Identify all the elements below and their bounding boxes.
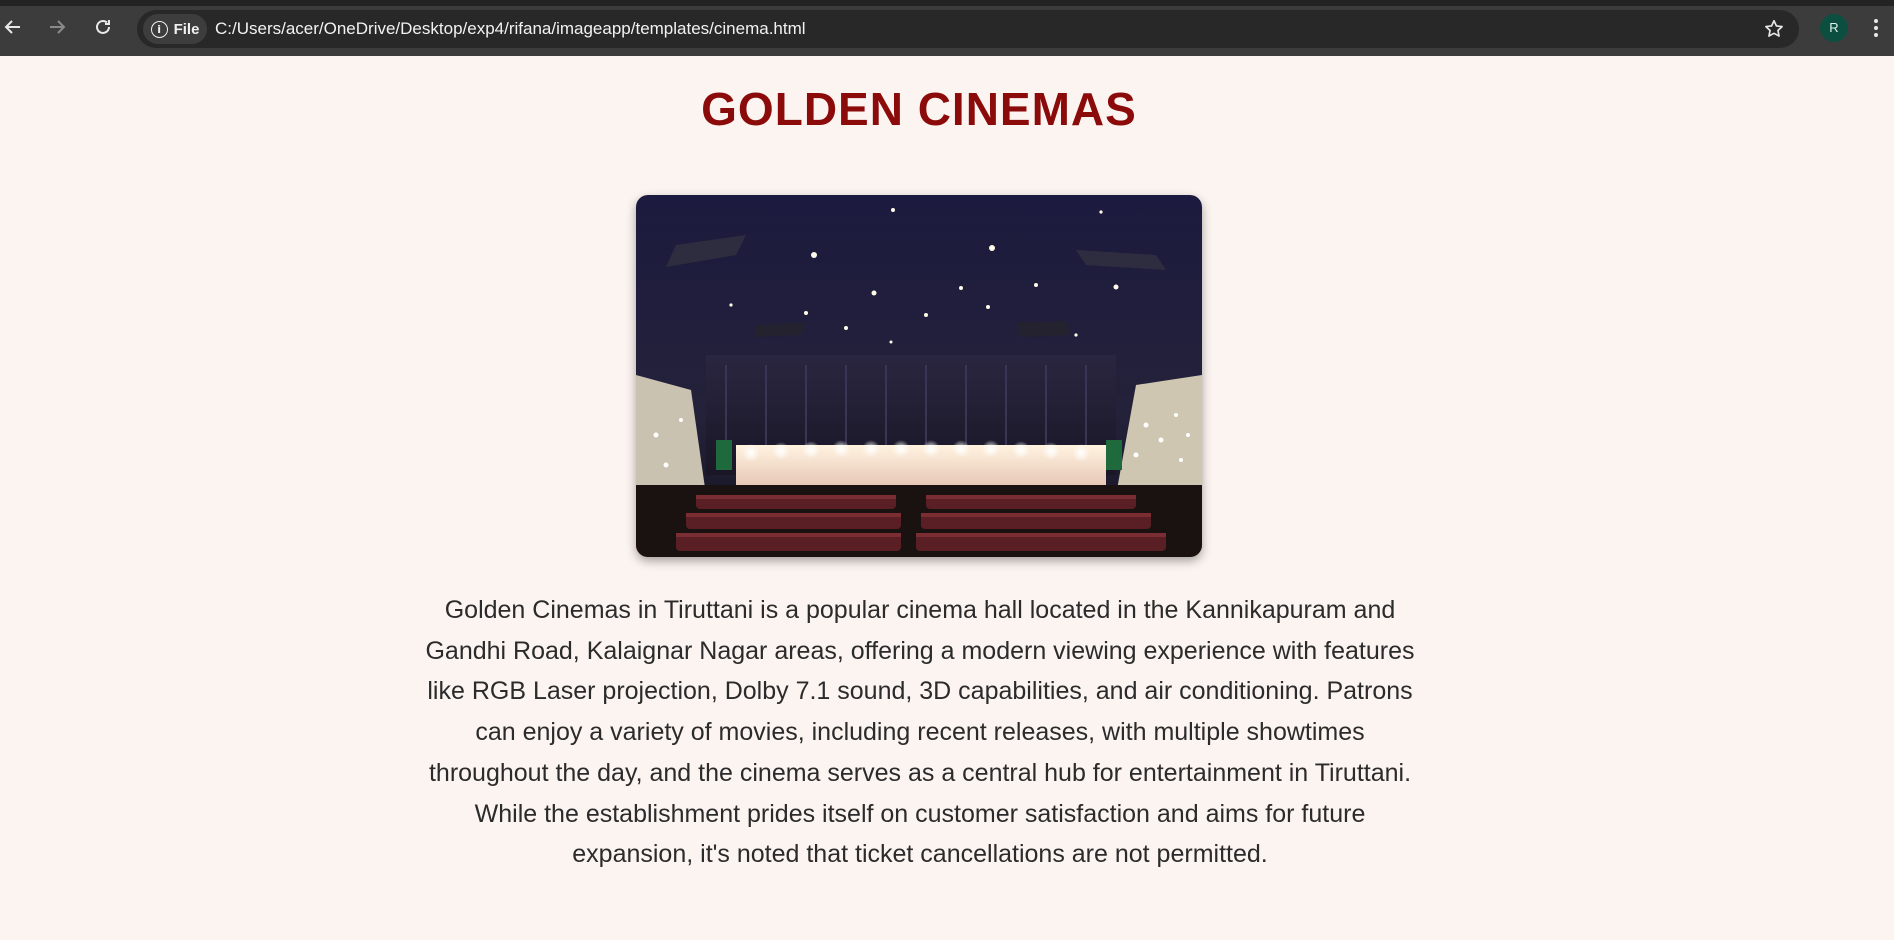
back-button[interactable] — [0, 10, 30, 44]
cinema-description: Golden Cinemas in Tiruttani is a popular… — [425, 596, 1415, 869]
site-info-chip[interactable]: i File — [143, 14, 207, 44]
site-info-label: File — [173, 20, 200, 38]
browser-toolbar: i File C:/Users/acer/OneDrive/Desktop/ex… — [0, 0, 1894, 56]
reload-icon — [96, 19, 110, 34]
profile-avatar[interactable]: R — [1820, 14, 1848, 42]
reload-button[interactable] — [86, 10, 120, 44]
bookmark-star-icon[interactable] — [1763, 18, 1785, 40]
tab-strip — [0, 0, 1894, 6]
info-icon: i — [150, 20, 168, 38]
url-text[interactable]: C:/Users/acer/OneDrive/Desktop/exp4/rifa… — [215, 10, 806, 48]
forward-button[interactable] — [40, 10, 74, 44]
address-bar[interactable]: i File C:/Users/acer/OneDrive/Desktop/ex… — [137, 10, 1799, 48]
page-title: GOLDEN CINEMAS — [701, 83, 1137, 135]
arrow-left-icon — [4, 20, 20, 34]
cinema-hall-image — [636, 195, 1202, 557]
more-vertical-icon[interactable] — [1862, 14, 1890, 42]
arrow-right-icon — [50, 20, 66, 34]
